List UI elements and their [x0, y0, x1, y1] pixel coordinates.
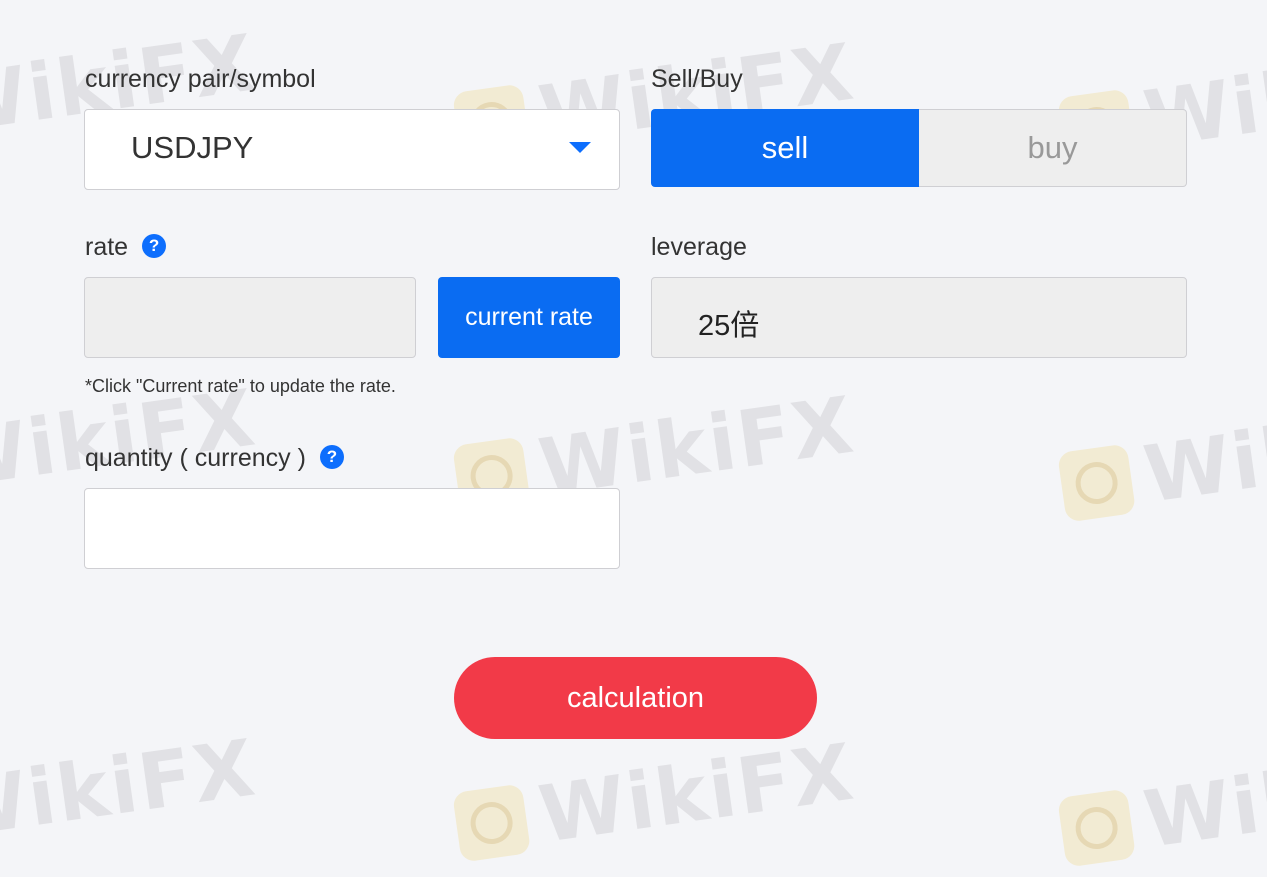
watermark-text: WikiFX: [0, 723, 262, 857]
help-icon[interactable]: ?: [319, 445, 344, 470]
sell-buy-label: Sell/Buy: [651, 65, 743, 93]
chevron-down-icon: [569, 142, 591, 153]
watermark-text: WikiFX: [1138, 732, 1267, 866]
rate-label-row: rate?: [85, 233, 167, 261]
quantity-label: quantity ( currency ): [85, 444, 306, 472]
watermark-logo-icon: [452, 783, 532, 863]
rate-input[interactable]: [84, 277, 416, 358]
help-icon[interactable]: ?: [142, 234, 167, 259]
leverage-label: leverage: [651, 233, 747, 261]
current-rate-button[interactable]: current rate: [438, 277, 620, 358]
currency-pair-select[interactable]: USDJPY: [84, 109, 620, 190]
watermark-text: WikiFX: [1138, 387, 1267, 521]
currency-pair-value: USDJPY: [131, 130, 254, 165]
leverage-field: 25倍: [651, 277, 1187, 358]
calculation-button[interactable]: calculation: [454, 657, 817, 739]
watermark: WikiFX: [1056, 733, 1267, 877]
watermark-logo-icon: [1057, 788, 1137, 868]
quantity-label-row: quantity ( currency )?: [85, 444, 344, 472]
rate-label: rate: [85, 233, 129, 261]
watermark: WikiFX: [1056, 388, 1267, 533]
currency-pair-label: currency pair/symbol: [85, 65, 316, 93]
rate-note: *Click "Current rate" to update the rate…: [85, 376, 396, 396]
watermark-text: WikiFX: [533, 727, 861, 861]
leverage-value: 25倍: [698, 310, 760, 342]
watermark-logo-icon: [1057, 443, 1137, 523]
sell-button[interactable]: sell: [651, 109, 919, 187]
buy-button[interactable]: buy: [919, 109, 1187, 187]
watermark: WikiFX: [451, 728, 860, 873]
quantity-input[interactable]: [84, 488, 620, 569]
watermark: WikiFX: [0, 723, 262, 856]
